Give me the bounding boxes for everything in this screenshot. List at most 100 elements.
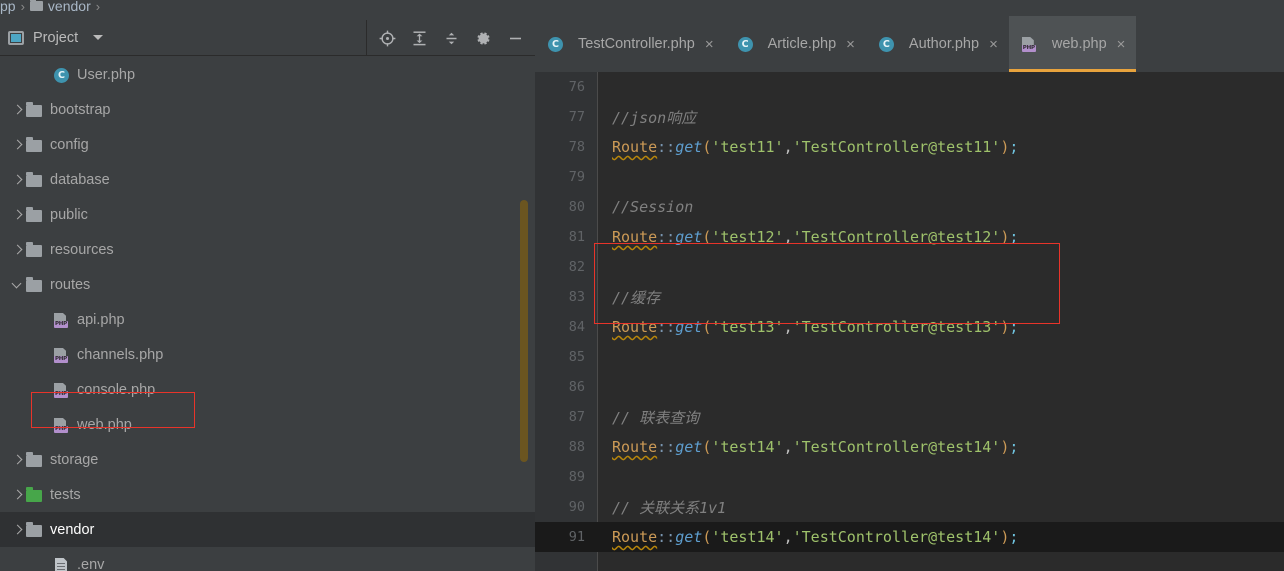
folder-icon	[26, 101, 43, 118]
editor-tab-web-php[interactable]: PHP web.php ×	[1008, 16, 1137, 72]
close-icon[interactable]: ×	[846, 37, 855, 52]
chevron-right-icon[interactable]	[10, 522, 26, 538]
code-line-content[interactable]: Route::get('test14','TestController@test…	[598, 438, 1018, 456]
code-token: get	[675, 318, 703, 336]
minimize-icon[interactable]	[499, 21, 531, 55]
code-line-content[interactable]: Route::get('test12','TestController@test…	[598, 228, 1018, 246]
collapse-all-icon[interactable]	[435, 21, 467, 55]
php-class-icon: C	[547, 36, 564, 52]
line-number: 85	[568, 349, 585, 365]
editor-tab-testcontroller-php[interactable]: C TestController.php ×	[535, 16, 725, 72]
code-line-content[interactable]: //缓存	[598, 287, 660, 308]
code-token: (	[702, 318, 712, 336]
editor-tab-bar: C TestController.php × C Article.php × C Author…	[535, 0, 1284, 72]
code-line-content[interactable]: // 关联关系1v1	[598, 497, 726, 518]
code-line-88[interactable]: 88 Route::get('test14','TestController@te…	[535, 432, 1284, 462]
code-line-content[interactable]: Route::get('test14','TestController@test…	[598, 528, 1018, 546]
code-token: 'TestController@test12'	[792, 228, 1001, 246]
code-line-86[interactable]: 86	[535, 372, 1284, 402]
tree-item-api-php[interactable]: PHP api.php	[0, 302, 535, 337]
code-line-89[interactable]: 89	[535, 462, 1284, 492]
close-icon[interactable]: ×	[1117, 37, 1126, 52]
tree-item-database[interactable]: database	[0, 162, 535, 197]
project-tool-window-button[interactable]: Project	[0, 30, 104, 46]
locate-icon[interactable]	[371, 21, 403, 55]
code-line-content[interactable]: Route::get('test11','TestController@test…	[598, 138, 1018, 156]
chevron-right-icon[interactable]	[10, 487, 26, 503]
code-editor[interactable]: 76 77//json响应78 Route::get('test11','TestC…	[535, 72, 1284, 571]
code-line-content[interactable]: //json响应	[598, 107, 696, 128]
tree-item-label: vendor	[50, 521, 95, 538]
tree-item--env[interactable]: .env	[0, 547, 535, 571]
code-line-91[interactable]: 91 Route::get('test14','TestController@te…	[535, 522, 1284, 552]
editor-tab-label: Article.php	[767, 36, 837, 52]
tree-item-vendor[interactable]: vendor	[0, 512, 535, 547]
code-token: (	[702, 438, 712, 456]
code-line-77[interactable]: 77 //json响应	[535, 102, 1284, 132]
gear-icon[interactable]	[467, 21, 499, 55]
code-line-76[interactable]: 76	[535, 72, 1284, 102]
tree-item-label: User.php	[77, 66, 136, 83]
project-tree-scrollbar[interactable]	[520, 200, 528, 462]
chevron-right-icon[interactable]	[10, 172, 26, 188]
tree-item-label: console.php	[77, 381, 156, 398]
code-line-80[interactable]: 80 //Session	[535, 192, 1284, 222]
chevron-down-icon[interactable]	[10, 277, 26, 293]
code-token: ;	[1009, 438, 1019, 456]
chevron-right-icon[interactable]	[10, 102, 26, 118]
chevron-right-icon[interactable]	[10, 137, 26, 153]
tree-item-public[interactable]: public	[0, 197, 535, 232]
tree-item-storage[interactable]: storage	[0, 442, 535, 477]
tree-item-channels-php[interactable]: PHP channels.php	[0, 337, 535, 372]
tree-item-user-php[interactable]: C User.php	[0, 57, 535, 92]
editor-tab-author-php[interactable]: C Author.php ×	[866, 16, 1009, 72]
code-token: ,	[783, 228, 793, 246]
code-line-78[interactable]: 78 Route::get('test11','TestController@te…	[535, 132, 1284, 162]
code-token: 'TestController@test13'	[792, 318, 1001, 336]
chevron-right-icon[interactable]	[10, 242, 26, 258]
chevron-down-icon[interactable]	[93, 35, 104, 40]
code-line-84[interactable]: 84 Route::get('test13','TestController@te…	[535, 312, 1284, 342]
code-line-83[interactable]: 83 //缓存	[535, 282, 1284, 312]
code-token: ::	[657, 318, 676, 336]
code-line-81[interactable]: 81 Route::get('test12','TestController@te…	[535, 222, 1284, 252]
line-number: 80	[568, 199, 585, 215]
editor-tab-article-php[interactable]: C Article.php ×	[725, 16, 866, 72]
close-icon[interactable]: ×	[989, 37, 998, 52]
php-class-icon: C	[53, 67, 70, 83]
close-icon[interactable]: ×	[705, 37, 714, 52]
code-token: Route	[612, 528, 658, 546]
breadcrumb-separator: ›	[95, 0, 101, 14]
expand-all-icon[interactable]	[403, 21, 435, 55]
breadcrumb-item-app[interactable]: pp	[0, 0, 16, 14]
code-line-85[interactable]: 85	[535, 342, 1284, 372]
folder-icon	[26, 206, 43, 223]
code-line-82[interactable]: 82	[535, 252, 1284, 282]
chevron-right-icon[interactable]	[10, 207, 26, 223]
code-line-79[interactable]: 79	[535, 162, 1284, 192]
tree-item-bootstrap[interactable]: bootstrap	[0, 92, 535, 127]
editor-tab-label: TestController.php	[578, 36, 695, 52]
code-line-content[interactable]: //Session	[598, 198, 693, 216]
chevron-right-icon[interactable]	[10, 452, 26, 468]
code-line-90[interactable]: 90 // 关联关系1v1	[535, 492, 1284, 522]
code-token: ,	[783, 318, 793, 336]
tree-item-tests[interactable]: tests	[0, 477, 535, 512]
code-line-content[interactable]: Route::get('test13','TestController@test…	[598, 318, 1018, 336]
project-file-tree[interactable]: C User.php bootstrap config database public re…	[0, 56, 535, 571]
breadcrumb-item-vendor[interactable]: vendor	[48, 0, 91, 14]
code-token: ::	[657, 138, 676, 156]
line-number: 78	[568, 139, 585, 155]
code-line-content[interactable]: // 联表查询	[598, 407, 699, 428]
tree-item-config[interactable]: config	[0, 127, 535, 162]
tree-item-routes[interactable]: routes	[0, 267, 535, 302]
editor-area: C TestController.php × C Article.php × C Author…	[535, 0, 1284, 571]
code-token: 'test14'	[711, 528, 784, 546]
tree-item-console-php[interactable]: PHP console.php	[0, 372, 535, 407]
code-line-87[interactable]: 87 // 联表查询	[535, 402, 1284, 432]
project-panel: Project C User.php bootstrap config data…	[0, 20, 535, 571]
code-token: (	[702, 138, 712, 156]
tree-item-resources[interactable]: resources	[0, 232, 535, 267]
tree-item-web-php[interactable]: PHP web.php	[0, 407, 535, 442]
